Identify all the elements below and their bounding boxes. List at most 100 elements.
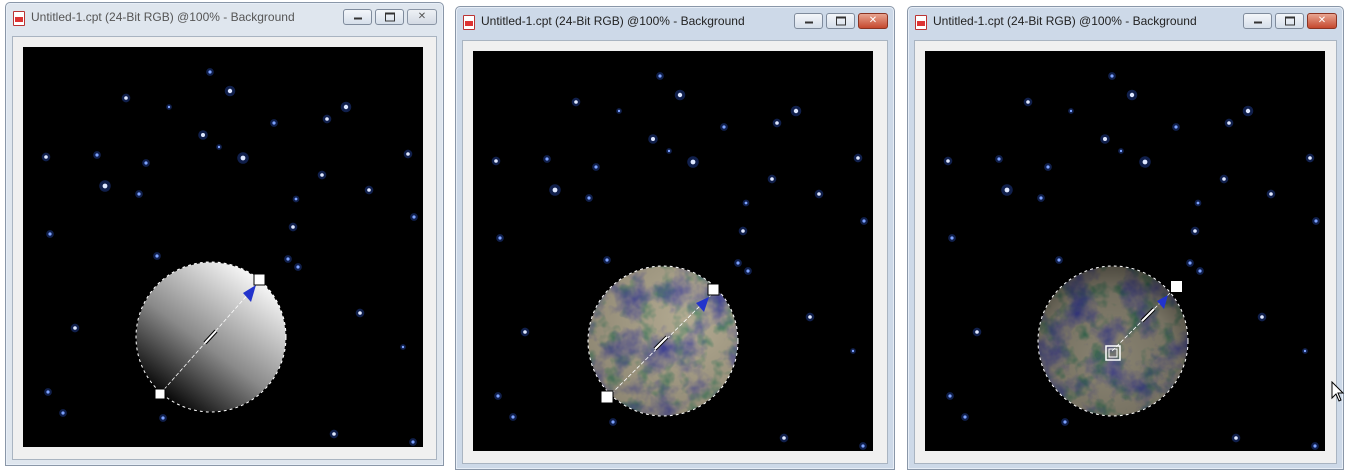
star (1103, 137, 1107, 141)
star (367, 188, 371, 192)
close-icon: ✕ (417, 11, 427, 22)
maximize-icon (384, 12, 395, 22)
maximize-icon (835, 16, 846, 26)
close-button[interactable]: ✕ (407, 9, 437, 25)
image-canvas[interactable] (473, 51, 873, 451)
end-node-handle[interactable] (253, 273, 266, 286)
star (651, 137, 655, 141)
maximize-icon (1284, 16, 1295, 26)
canvas-frame (462, 40, 888, 464)
minimize-icon (353, 15, 362, 20)
start-node-handle[interactable] (154, 388, 166, 400)
star (690, 159, 696, 165)
title-bar[interactable]: Untitled-1.cpt (24-Bit RGB) @100% - Back… (908, 7, 1343, 35)
star (1063, 420, 1067, 424)
star (412, 215, 416, 219)
star (1260, 315, 1264, 319)
star (862, 219, 866, 223)
image-canvas[interactable] (925, 51, 1325, 451)
document-window-1[interactable]: Untitled-1.cpt (24-Bit RGB) @100% - Back… (5, 2, 444, 466)
star (975, 330, 979, 334)
mouse-pointer-icon (1331, 381, 1345, 402)
star (741, 229, 745, 233)
star (144, 161, 148, 165)
star (1245, 108, 1251, 114)
star (851, 349, 855, 353)
star (1129, 92, 1135, 98)
star (44, 155, 48, 159)
star (1313, 444, 1317, 448)
star (73, 326, 77, 330)
star (744, 201, 748, 205)
star (746, 269, 750, 273)
star (1026, 100, 1030, 104)
star (775, 121, 779, 125)
star (1193, 229, 1197, 233)
star (411, 440, 415, 444)
planet-sphere-selection[interactable] (1033, 261, 1193, 421)
star (286, 257, 290, 261)
star (1046, 165, 1050, 169)
star (523, 330, 527, 334)
maximize-button[interactable] (375, 9, 404, 25)
title-bar[interactable]: Untitled-1.cpt (24-Bit RGB) @100% - Back… (456, 7, 894, 35)
star (61, 411, 65, 415)
maximize-button[interactable] (1275, 13, 1304, 29)
star (658, 74, 662, 78)
star (574, 100, 578, 104)
star (1039, 196, 1043, 200)
star (343, 104, 349, 110)
star (124, 96, 128, 100)
star (240, 155, 246, 161)
corel-document-icon (13, 11, 25, 26)
star (1110, 74, 1114, 78)
star (950, 236, 954, 240)
star (358, 311, 362, 315)
star (1004, 187, 1010, 193)
minimize-button[interactable] (343, 9, 372, 25)
end-node-handle[interactable] (1171, 281, 1182, 292)
star (808, 315, 812, 319)
start-node-handle[interactable] (600, 390, 614, 404)
star (611, 420, 615, 424)
star (137, 192, 141, 196)
star (1069, 109, 1073, 113)
image-canvas[interactable] (23, 47, 423, 447)
corel-document-icon (463, 15, 475, 30)
star (1057, 258, 1061, 262)
star (325, 117, 329, 121)
canvas-frame (914, 40, 1337, 464)
close-button[interactable]: ✕ (1307, 13, 1337, 29)
star (46, 390, 50, 394)
star (332, 432, 336, 436)
star (167, 105, 171, 109)
star (102, 183, 108, 189)
star (1119, 149, 1123, 153)
star (770, 177, 774, 181)
star (155, 254, 159, 258)
star (320, 173, 324, 177)
star (617, 109, 621, 113)
maximize-button[interactable] (826, 13, 855, 29)
minimize-button[interactable] (1243, 13, 1272, 29)
document-window-3[interactable]: Untitled-1.cpt (24-Bit RGB) @100% - Back… (907, 6, 1344, 470)
star (296, 265, 300, 269)
close-icon: ✕ (868, 15, 878, 26)
star (782, 436, 786, 440)
star (48, 232, 52, 236)
star (587, 196, 591, 200)
title-bar[interactable]: Untitled-1.cpt (24-Bit RGB) @100% - Back… (6, 3, 443, 31)
star (217, 145, 221, 149)
star (291, 225, 295, 229)
star (552, 187, 558, 193)
window-title: Untitled-1.cpt (24-Bit RGB) @100% - Back… (31, 10, 295, 24)
document-window-2[interactable]: Untitled-1.cpt (24-Bit RGB) @100% - Back… (455, 6, 895, 470)
minimize-button[interactable] (794, 13, 823, 29)
close-button[interactable]: ✕ (858, 13, 888, 29)
star (861, 444, 865, 448)
close-icon: ✕ (1317, 15, 1327, 26)
star (948, 394, 952, 398)
end-node-handle[interactable] (707, 283, 720, 296)
corel-document-icon (915, 15, 927, 30)
star (1222, 177, 1226, 181)
